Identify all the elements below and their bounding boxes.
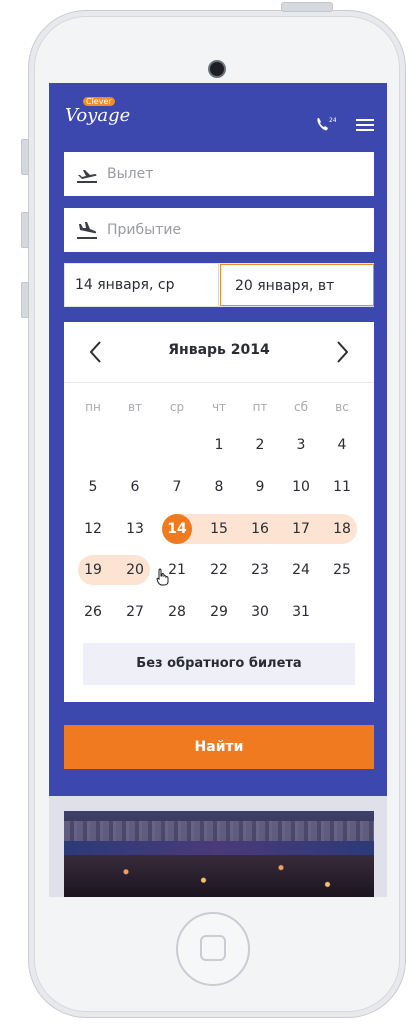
calendar-day[interactable]: 31 [286, 597, 316, 627]
mute-switch [21, 139, 29, 175]
search-button[interactable]: Найти [64, 725, 374, 769]
calendar-day[interactable]: 18 [327, 514, 357, 544]
calendar-day[interactable]: 1 [204, 430, 234, 460]
calendar: Январь 2014 пн вт ср чт пт сб вс 1 2 3 4 5 6 7 8 9 10 11 1… [64, 322, 374, 702]
weekday-label: пт [252, 400, 268, 414]
departure-plane-icon [77, 170, 97, 183]
menu-icon[interactable] [356, 119, 374, 131]
calendar-day[interactable]: 30 [245, 597, 275, 627]
calendar-day[interactable]: 4 [327, 430, 357, 460]
departure-field[interactable]: Вылет [64, 152, 374, 196]
arrival-plane-icon [77, 222, 97, 239]
app-screen: Clever Voyage 24 Вылет Прибытие 14 январ… [49, 83, 387, 897]
calendar-day[interactable]: 10 [286, 472, 316, 502]
hand-cursor-icon [156, 568, 169, 586]
power-button [281, 2, 333, 12]
calendar-day[interactable]: 12 [78, 514, 108, 544]
calendar-day[interactable]: 27 [120, 597, 150, 627]
weekday-label: вс [335, 400, 349, 414]
calendar-day[interactable]: 11 [327, 472, 357, 502]
logo-badge: Clever [83, 97, 115, 106]
promo-city-photo[interactable] [64, 811, 374, 897]
month-title: Январь 2014 [168, 342, 270, 358]
calendar-day[interactable]: 7 [162, 472, 192, 502]
search-panel: Clever Voyage 24 Вылет Прибытие 14 январ… [49, 83, 387, 796]
calendar-day[interactable]: 13 [120, 514, 150, 544]
arrival-placeholder: Прибытие [107, 222, 182, 238]
weekday-label: чт [211, 400, 227, 414]
calendar-day[interactable]: 15 [204, 514, 234, 544]
calendar-day[interactable]: 20 [120, 555, 150, 585]
chevron-right-icon[interactable] [332, 340, 352, 364]
weekday-label: вт [127, 400, 143, 414]
weekday-label: сб [294, 400, 308, 414]
phone-badge: 24 [329, 117, 336, 124]
date-to-field[interactable]: 20 января, вт [220, 264, 374, 306]
calendar-day[interactable]: 23 [245, 555, 275, 585]
weekday-label: пн [85, 400, 101, 414]
departure-placeholder: Вылет [107, 166, 154, 182]
calendar-day[interactable]: 5 [78, 472, 108, 502]
date-range: 14 января, ср 20 января, вт [64, 263, 374, 307]
phone-24-icon[interactable]: 24 [316, 116, 336, 132]
volume-up-button [21, 212, 29, 248]
calendar-day[interactable]: 19 [78, 555, 108, 585]
calendar-day[interactable]: 16 [245, 514, 275, 544]
calendar-day[interactable]: 6 [120, 472, 150, 502]
calendar-day[interactable]: 25 [327, 555, 357, 585]
calendar-day[interactable]: 3 [286, 430, 316, 460]
weekday-label: ср [169, 400, 185, 414]
home-button-square [200, 935, 226, 961]
calendar-day[interactable]: 17 [286, 514, 316, 544]
arrival-field[interactable]: Прибытие [64, 208, 374, 252]
volume-down-button [21, 282, 29, 318]
calendar-day[interactable]: 9 [245, 472, 275, 502]
logo-text: Voyage [65, 105, 131, 126]
calendar-day[interactable]: 26 [78, 597, 108, 627]
calendar-day[interactable]: 8 [204, 472, 234, 502]
logo[interactable]: Clever Voyage [65, 97, 131, 126]
calendar-day[interactable]: 24 [286, 555, 316, 585]
front-camera [208, 60, 226, 78]
calendar-header: Январь 2014 [64, 322, 374, 383]
calendar-day[interactable]: 2 [245, 430, 275, 460]
calendar-day[interactable]: 22 [204, 555, 234, 585]
calendar-day[interactable]: 29 [204, 597, 234, 627]
date-from-field[interactable]: 14 января, ср [65, 264, 219, 306]
calendar-day-selected[interactable]: 14 [162, 514, 192, 544]
no-return-ticket-button[interactable]: Без обратного билета [83, 643, 355, 685]
calendar-day[interactable]: 28 [162, 597, 192, 627]
